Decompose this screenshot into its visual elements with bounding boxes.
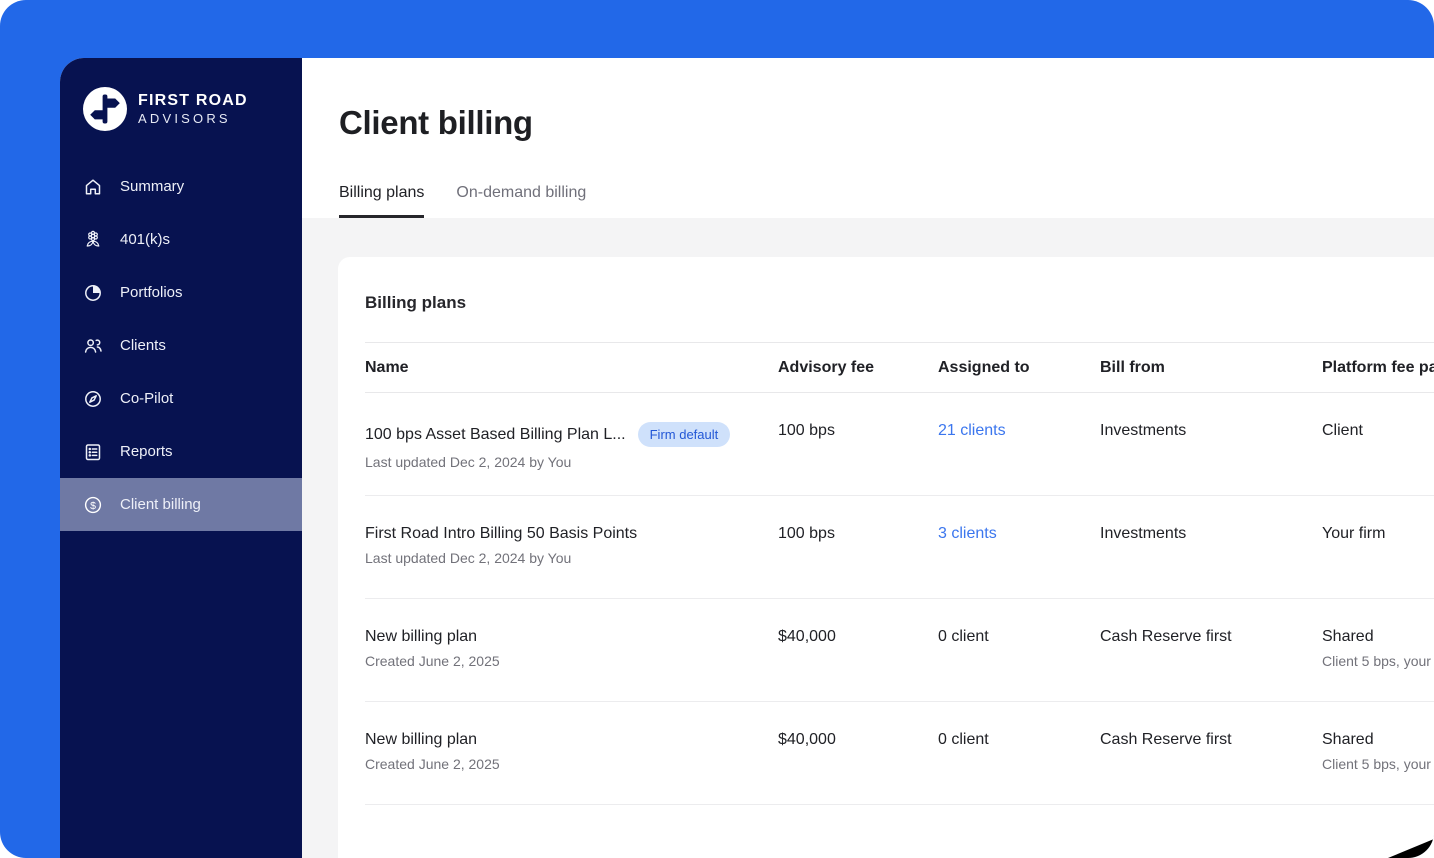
table-row: First Road Intro Billing 50 Basis Points… bbox=[365, 496, 1434, 599]
platform-fee-value: Shared bbox=[1322, 731, 1374, 748]
tab-bar: Billing plans On-demand billing bbox=[339, 184, 1434, 218]
column-header-bill-from: Bill from bbox=[1100, 359, 1165, 376]
plan-name[interactable]: First Road Intro Billing 50 Basis Points bbox=[365, 525, 637, 543]
sidebar-item-label: Portfolios bbox=[120, 284, 183, 301]
advisory-fee-value: $40,000 bbox=[778, 731, 836, 748]
blue-backdrop: FIRST ROAD ADVISORS Summary 401(k)s Port… bbox=[0, 0, 1434, 858]
sidebar-item-label: Co-Pilot bbox=[120, 390, 174, 407]
plan-name[interactable]: New billing plan bbox=[365, 731, 477, 749]
plan-subtext: Last updated Dec 2, 2024 by You bbox=[365, 454, 572, 470]
table-header-row: Name Advisory fee Assigned to Bill from … bbox=[365, 342, 1434, 393]
page-background: Billing plans Name Advisory fee Assigned… bbox=[302, 218, 1434, 858]
signpost-logo-icon bbox=[82, 86, 128, 132]
sidebar-item-client-billing[interactable]: $ Client billing bbox=[60, 478, 302, 531]
platform-fee-value: Shared bbox=[1322, 628, 1374, 645]
sidebar-item-401ks[interactable]: 401(k)s bbox=[60, 213, 302, 266]
sidebar-item-summary[interactable]: Summary bbox=[60, 160, 302, 213]
column-header-assigned-to: Assigned to bbox=[938, 359, 1030, 376]
platform-fee-value: Client bbox=[1322, 422, 1363, 439]
brand-line1: FIRST ROAD bbox=[138, 91, 248, 109]
bill-from-value: Investments bbox=[1100, 422, 1187, 439]
column-header-advisory-fee: Advisory fee bbox=[778, 359, 875, 376]
svg-text:$: $ bbox=[90, 500, 96, 512]
assigned-clients-value: 0 client bbox=[938, 731, 989, 748]
plan-subtext: Created June 2, 2025 bbox=[365, 653, 500, 669]
plan-name[interactable]: 100 bps Asset Based Billing Plan L... bbox=[365, 426, 626, 444]
brand-logo: FIRST ROAD ADVISORS bbox=[60, 58, 302, 132]
sidebar-item-clients[interactable]: Clients bbox=[60, 319, 302, 372]
brand-line2: ADVISORS bbox=[138, 110, 231, 126]
sidebar-item-portfolios[interactable]: Portfolios bbox=[60, 266, 302, 319]
report-list-icon bbox=[82, 441, 103, 462]
tab-on-demand-billing[interactable]: On-demand billing bbox=[456, 184, 586, 218]
compass-icon bbox=[82, 388, 103, 409]
table-row: New billing plan Created June 2, 2025 $4… bbox=[365, 599, 1434, 702]
dollar-circle-icon: $ bbox=[82, 494, 103, 515]
home-icon bbox=[82, 176, 103, 197]
sidebar-item-label: Reports bbox=[120, 443, 173, 460]
billing-plans-card: Billing plans Name Advisory fee Assigned… bbox=[338, 257, 1434, 858]
sidebar: FIRST ROAD ADVISORS Summary 401(k)s Port… bbox=[60, 58, 302, 858]
sidebar-item-label: 401(k)s bbox=[120, 231, 171, 248]
plan-subtext: Created June 2, 2025 bbox=[365, 756, 500, 772]
sidebar-item-reports[interactable]: Reports bbox=[60, 425, 302, 478]
brand-name: FIRST ROAD ADVISORS bbox=[138, 91, 248, 127]
sidebar-item-label: Client billing bbox=[120, 496, 201, 513]
platform-fee-value: Your firm bbox=[1322, 525, 1386, 542]
assigned-clients-value: 0 client bbox=[938, 628, 989, 645]
plan-name[interactable]: New billing plan bbox=[365, 628, 477, 646]
table-row: New billing plan Created June 2, 2025 $4… bbox=[365, 702, 1434, 805]
flower-icon bbox=[82, 229, 103, 250]
bill-from-value: Cash Reserve first bbox=[1100, 731, 1232, 748]
bill-from-value: Investments bbox=[1100, 525, 1187, 542]
pie-chart-icon bbox=[82, 282, 103, 303]
platform-fee-subtext: Client 5 bps, your firm bbox=[1322, 653, 1434, 669]
sidebar-nav: Summary 401(k)s Portfolios Clients Co-Pi… bbox=[60, 160, 302, 531]
firm-default-badge: Firm default bbox=[637, 422, 731, 447]
card-title: Billing plans bbox=[365, 293, 467, 312]
plan-subtext: Last updated Dec 2, 2024 by You bbox=[365, 550, 572, 566]
platform-fee-subtext: Client 5 bps, your firm bbox=[1322, 756, 1434, 772]
main-content: Client billing Billing plans On-demand b… bbox=[302, 58, 1434, 858]
people-icon bbox=[82, 335, 103, 356]
bill-from-value: Cash Reserve first bbox=[1100, 628, 1232, 645]
sidebar-item-label: Summary bbox=[120, 178, 185, 195]
column-header-name: Name bbox=[365, 359, 409, 376]
assigned-clients-link[interactable]: 21 clients bbox=[938, 422, 1006, 439]
advisory-fee-value: 100 bps bbox=[778, 422, 835, 439]
advisory-fee-value: $40,000 bbox=[778, 628, 836, 645]
tab-billing-plans[interactable]: Billing plans bbox=[339, 184, 425, 218]
sidebar-item-label: Clients bbox=[120, 337, 166, 354]
assigned-clients-link[interactable]: 3 clients bbox=[938, 525, 997, 542]
app-window: FIRST ROAD ADVISORS Summary 401(k)s Port… bbox=[60, 58, 1434, 858]
advisory-fee-value: 100 bps bbox=[778, 525, 835, 542]
page-title: Client billing bbox=[339, 104, 533, 141]
column-header-platform-fee: Platform fee paid by bbox=[1322, 359, 1434, 376]
table-row: 100 bps Asset Based Billing Plan L... Fi… bbox=[365, 393, 1434, 496]
sidebar-item-copilot[interactable]: Co-Pilot bbox=[60, 372, 302, 425]
